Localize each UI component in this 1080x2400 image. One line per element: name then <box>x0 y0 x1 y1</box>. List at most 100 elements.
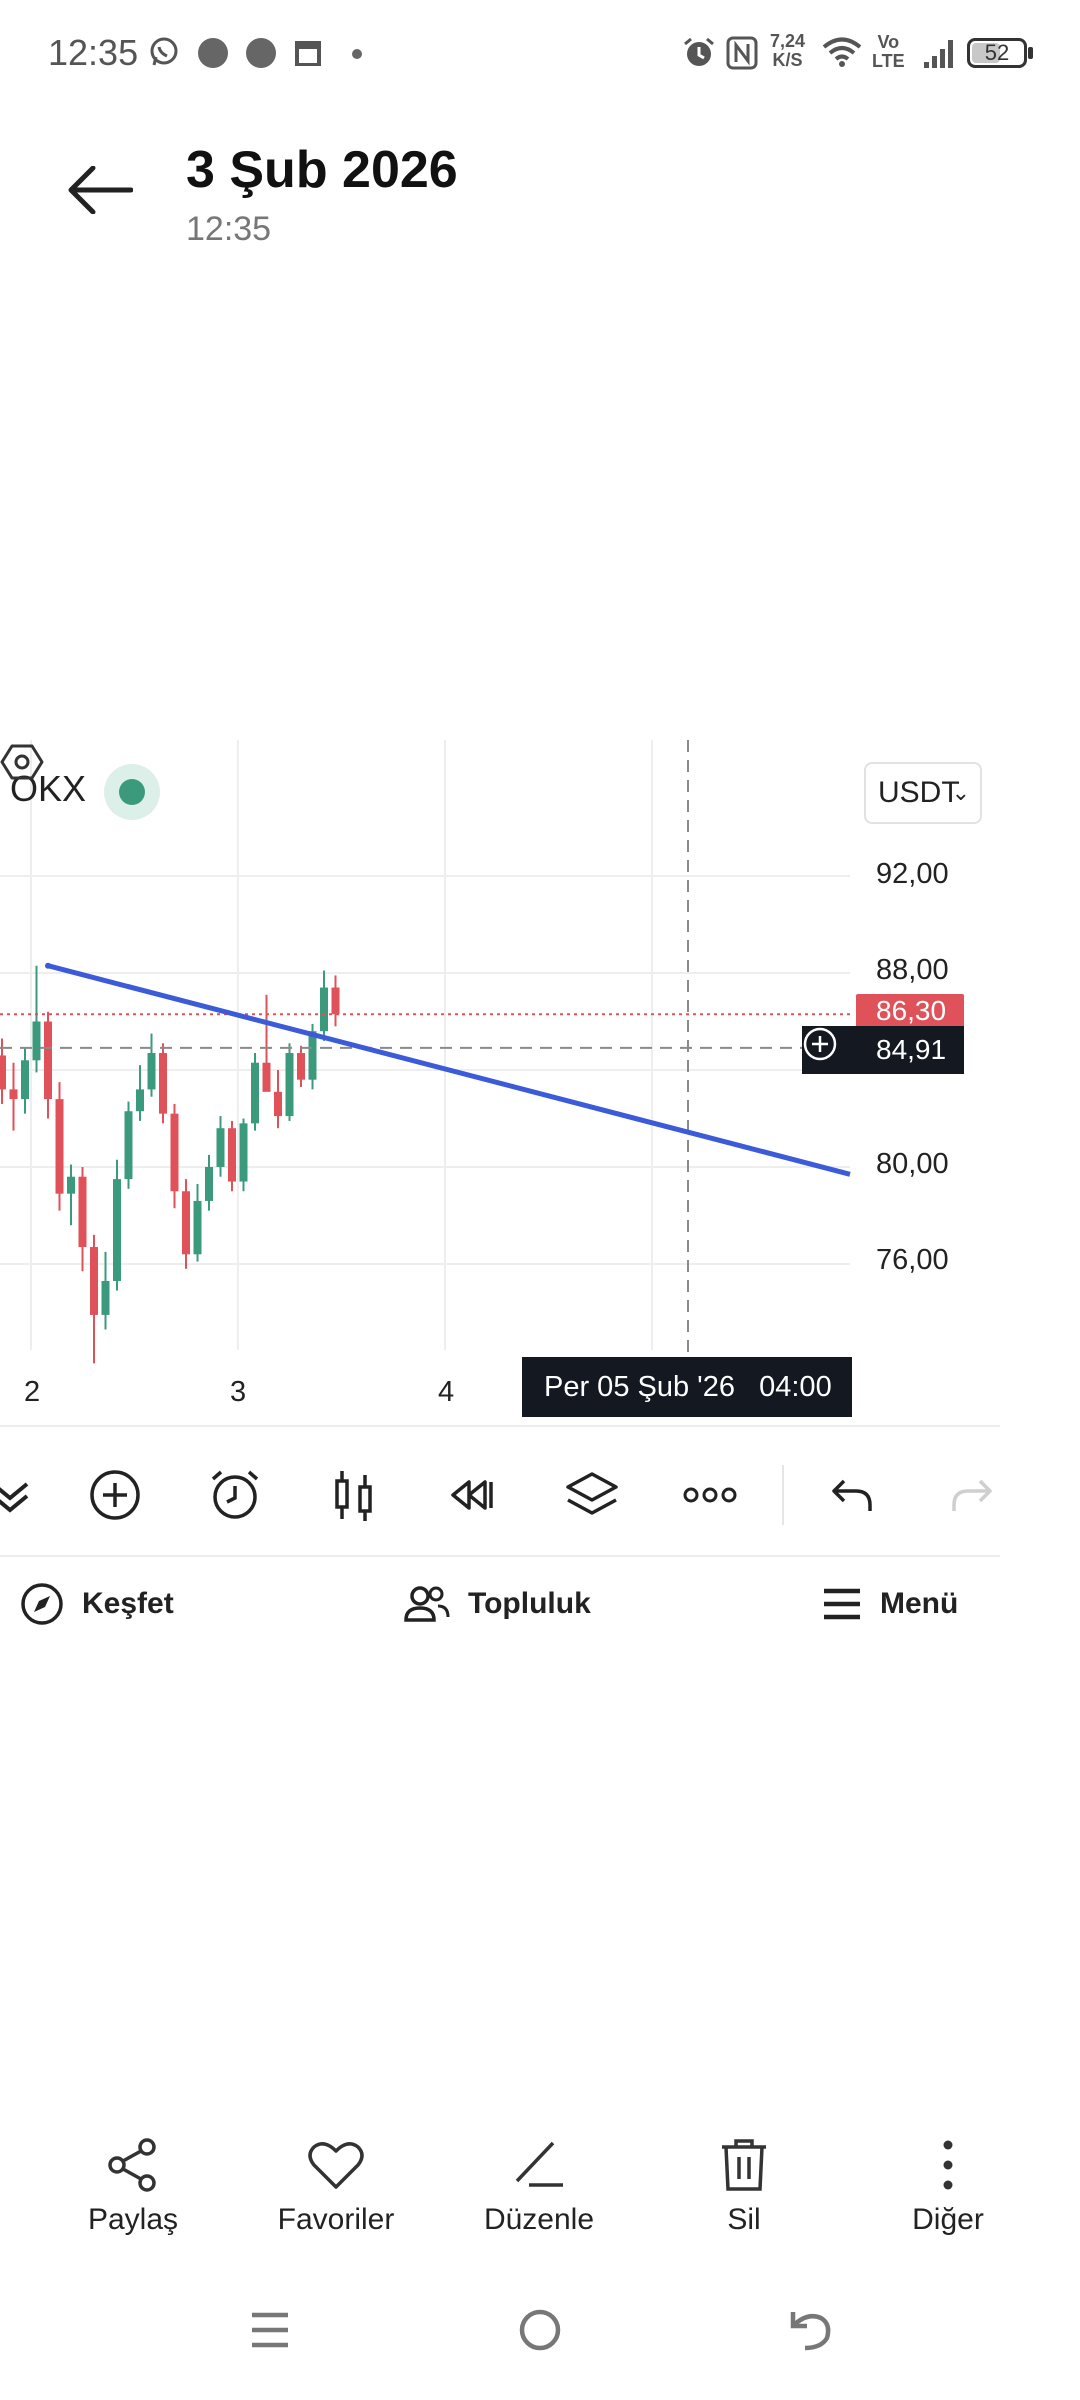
layers-button[interactable] <box>562 1465 622 1525</box>
candle-body <box>274 1091 282 1117</box>
candle-body <box>44 1021 52 1100</box>
y-tick: 80,00 <box>876 1148 949 1180</box>
candle-body <box>239 1123 248 1182</box>
chevron-down-icon: ⌄ <box>951 780 970 805</box>
crosshair-date-badge: Per 05 Şub '26 04:00 <box>522 1357 852 1417</box>
nav-community-label: Topluluk <box>468 1587 591 1620</box>
candle-body <box>285 1053 294 1117</box>
more-label: Diğer <box>912 2203 984 2236</box>
candle-body <box>32 1021 41 1061</box>
alarm-icon <box>684 37 714 66</box>
chart-type-button[interactable] <box>324 1465 384 1525</box>
undo-icon <box>832 1479 872 1511</box>
back-gesture-icon <box>790 2312 831 2351</box>
collapse-button[interactable] <box>0 1465 40 1525</box>
chevrons-down-icon <box>0 1482 29 1513</box>
favorites-button[interactable]: Favoriler <box>256 2125 416 2265</box>
favorites-label: Favoriler <box>277 2203 395 2236</box>
heart-icon <box>308 2142 364 2189</box>
candle-body <box>182 1191 190 1255</box>
x-tick: 4 <box>438 1376 455 1408</box>
calendar-icon <box>295 41 321 66</box>
candle-body <box>136 1089 144 1112</box>
nav-menu[interactable]: Menü <box>822 1576 958 1632</box>
price-chart <box>0 740 851 1364</box>
add-indicator-button[interactable] <box>85 1465 145 1525</box>
nav-explore-label: Keşfet <box>82 1587 174 1620</box>
system-back-button[interactable] <box>780 2300 840 2360</box>
arrow-left-icon <box>68 166 133 214</box>
battery-icon: 52 <box>967 38 1027 68</box>
plus-circle-icon <box>90 1470 140 1520</box>
candles-icon <box>335 1471 372 1521</box>
more-button[interactable]: Diğer <box>868 2125 1028 2265</box>
candle-body <box>67 1176 75 1194</box>
redo-button[interactable] <box>942 1465 1002 1525</box>
chart-screenshot: OKX USDT ⌄ 92,00 88,00 80,00 76,00 2 3 4… <box>0 740 1000 1420</box>
app-bottom-nav: Keşfet Topluluk Menü <box>0 1560 1000 1650</box>
redo-icon <box>952 1479 992 1511</box>
more-vertical-icon <box>943 2140 953 2190</box>
crosshair-price-badge: 84,91 <box>856 1026 964 1074</box>
edit-label: Düzenle <box>483 2203 595 2236</box>
back-button[interactable] <box>60 150 140 230</box>
more-tools-button[interactable] <box>680 1465 740 1525</box>
candle-body <box>101 1280 110 1315</box>
network-speed: 7,24 K/S <box>770 32 805 70</box>
community-icon <box>404 1586 450 1622</box>
candle-body <box>124 1111 133 1180</box>
recents-icon <box>252 2312 288 2348</box>
more-horizontal-icon <box>683 1487 737 1503</box>
share-label: Paylaş <box>87 2203 179 2236</box>
edit-button[interactable]: Düzenle <box>459 2125 619 2265</box>
notification-dot-icon <box>246 38 276 68</box>
candle-body <box>0 1055 6 1090</box>
status-time: 12:35 <box>48 32 139 73</box>
live-status-icon <box>104 764 160 820</box>
x-tick: 3 <box>230 1376 247 1408</box>
candle-body <box>297 1053 305 1080</box>
volte-indicator: Vo LTE <box>872 33 905 71</box>
candle-body <box>9 1089 18 1100</box>
delete-button[interactable]: Sil <box>664 2125 824 2265</box>
chart-toolbar <box>0 1445 1000 1545</box>
candle-body <box>262 1062 271 1092</box>
home-button[interactable] <box>510 2300 570 2360</box>
battery-level: 52 <box>984 40 1010 65</box>
candle-body <box>216 1128 225 1167</box>
nfc-icon <box>726 36 758 70</box>
recents-button[interactable] <box>240 2300 300 2360</box>
nav-explore[interactable]: Keşfet <box>20 1576 174 1632</box>
status-bar: 12:35 7,24 K/S Vo LTE 52 <box>0 0 1080 110</box>
candle-body <box>308 1031 317 1080</box>
alert-button[interactable] <box>205 1465 265 1525</box>
nav-community[interactable]: Topluluk <box>404 1576 591 1632</box>
signal-icon <box>924 40 953 68</box>
trash-icon <box>722 2139 766 2191</box>
hamburger-menu-icon <box>824 1588 860 1620</box>
chart-settings-icon[interactable] <box>0 740 44 784</box>
candle-body <box>78 1176 87 1248</box>
add-alert-button[interactable] <box>802 1026 856 1074</box>
divider <box>0 1555 1000 1557</box>
plus-circle-icon <box>803 1027 837 1061</box>
layers-icon <box>566 1472 618 1515</box>
more-notifications-dot <box>352 49 362 59</box>
candle-body <box>331 987 340 1015</box>
x-tick: 2 <box>24 1376 41 1408</box>
volte-top: Vo <box>877 32 900 52</box>
compass-icon <box>21 1583 63 1625</box>
candle-body <box>159 1053 167 1114</box>
share-icon <box>108 2138 156 2192</box>
edit-pencil-icon <box>515 2141 563 2187</box>
y-tick: 88,00 <box>876 954 949 986</box>
replay-button[interactable] <box>442 1465 502 1525</box>
undo-button[interactable] <box>822 1465 882 1525</box>
candle-body <box>251 1062 259 1124</box>
currency-select[interactable]: USDT ⌄ <box>864 762 982 824</box>
toolbar-divider <box>782 1465 784 1525</box>
candle-body <box>170 1113 179 1192</box>
delete-label: Sil <box>727 2203 761 2236</box>
candle-body <box>21 1060 29 1100</box>
share-button[interactable]: Paylaş <box>53 2125 213 2265</box>
